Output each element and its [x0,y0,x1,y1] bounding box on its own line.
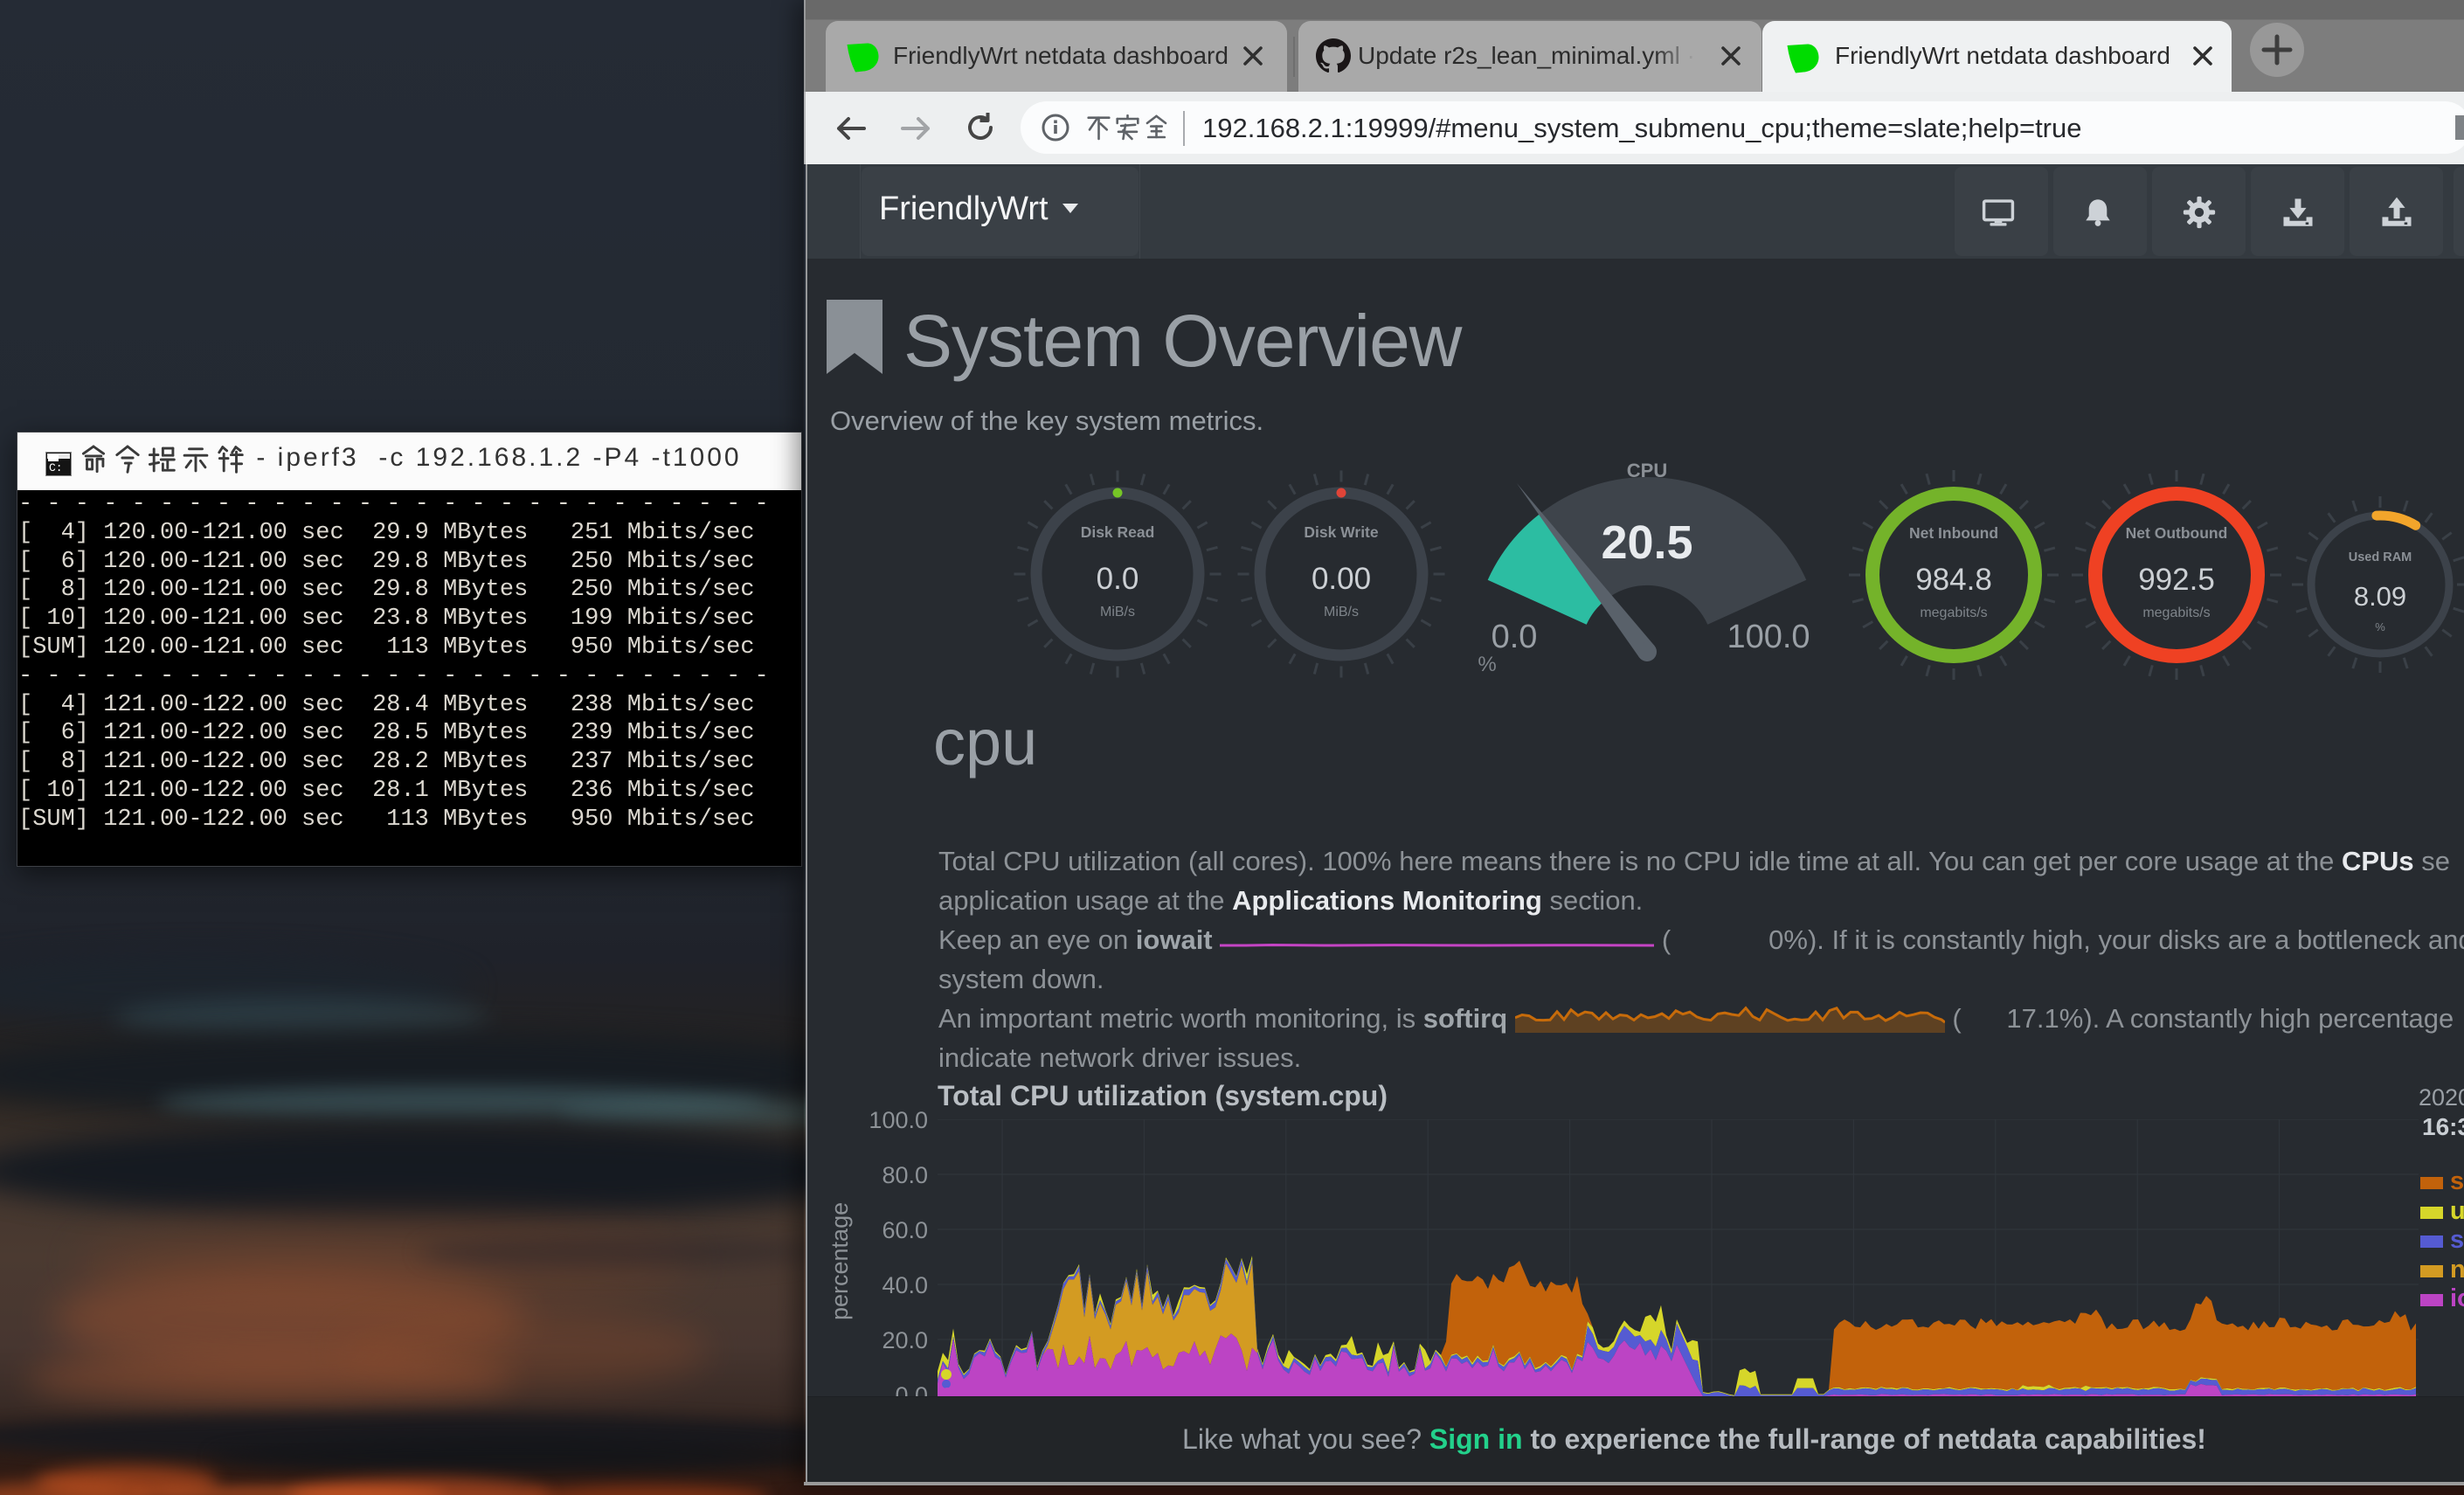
svg-text:992.5: 992.5 [2138,563,2215,597]
svg-text:MiB/s: MiB/s [1100,605,1135,619]
svg-text:Disk Read: Disk Read [1081,523,1155,541]
svg-text:megabits/s: megabits/s [2142,606,2210,620]
svg-text:0.00: 0.00 [1312,562,1371,596]
svg-text:megabits/s: megabits/s [1920,606,1987,620]
svg-text:20.5: 20.5 [1601,516,1692,569]
svg-text:0.0: 0.0 [1097,562,1139,596]
svg-text:MiB/s: MiB/s [1324,605,1359,619]
svg-text:Disk Write: Disk Write [1304,523,1379,541]
svg-text:0.0: 0.0 [1492,619,1538,655]
svg-text:100.0: 100.0 [1727,619,1810,655]
svg-text:Net Outbound: Net Outbound [2126,524,2228,542]
svg-text:%: % [2375,620,2385,633]
svg-text:8.09: 8.09 [2354,581,2406,612]
svg-text:Used RAM: Used RAM [2349,550,2412,564]
svg-text:984.8: 984.8 [1915,563,1992,597]
svg-text:CPU: CPU [1627,460,1667,481]
svg-text:Net Inbound: Net Inbound [1909,524,1998,542]
svg-text:C:: C: [49,461,63,474]
svg-text:%: % [1478,653,1496,676]
